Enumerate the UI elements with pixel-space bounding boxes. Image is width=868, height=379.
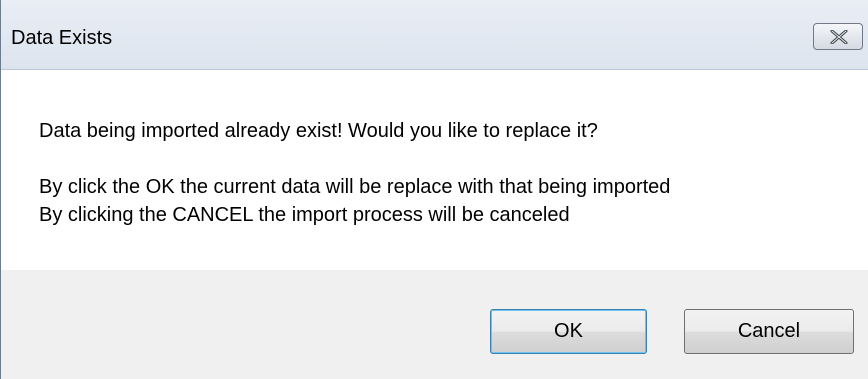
ok-explanation-text: By click the OK the current data will be… <box>39 176 671 198</box>
ok-button[interactable]: OK <box>490 309 647 354</box>
close-x-icon <box>830 30 848 44</box>
button-bar: OK Cancel <box>1 270 868 379</box>
message-area: Data being imported already exist! Would… <box>1 70 868 270</box>
window-title: Data Exists <box>11 27 113 49</box>
cancel-explanation-text: By clicking the CANCEL the import proces… <box>39 204 570 226</box>
question-text: Data being imported already exist! Would… <box>39 120 598 142</box>
close-button[interactable] <box>813 23 863 50</box>
dialog-window: Data Exists Data being imported already … <box>0 0 868 379</box>
title-bar[interactable]: Data Exists <box>1 0 868 70</box>
cancel-button[interactable]: Cancel <box>684 309 854 354</box>
